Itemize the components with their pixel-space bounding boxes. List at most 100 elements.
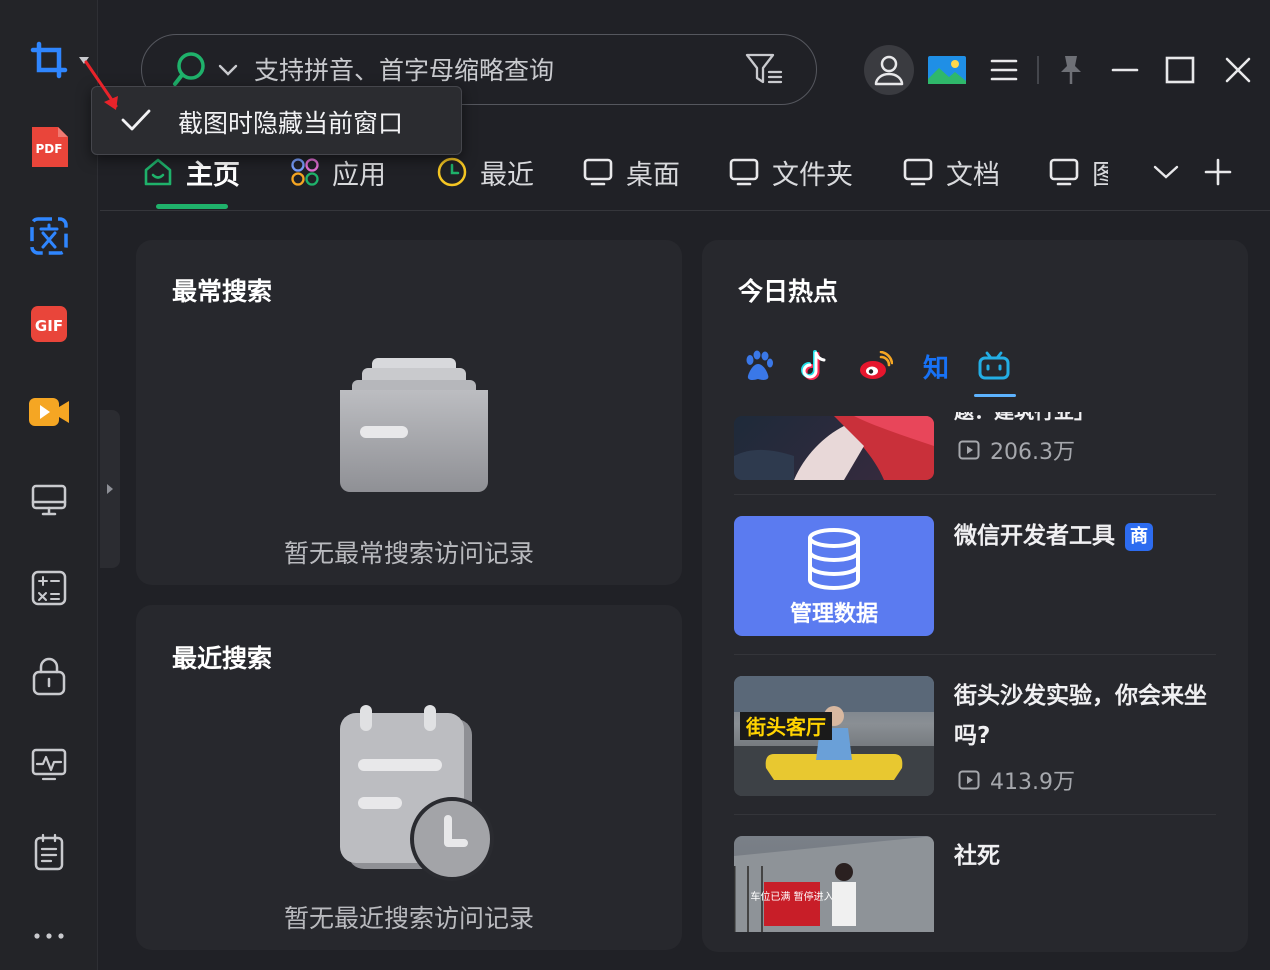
play-count-icon: [958, 770, 980, 790]
tab-label: 应用: [332, 159, 386, 191]
sidebar: PDF GIF: [0, 0, 98, 970]
hamburger-menu-icon: [990, 59, 1018, 81]
desktop-icon[interactable]: [27, 478, 71, 522]
clock-icon: [437, 157, 467, 187]
recent-search-panel: 最近搜索 暂无最近搜索访问记录: [136, 605, 682, 950]
minimize-button[interactable]: [1108, 44, 1142, 96]
main-menu-button[interactable]: [986, 44, 1022, 96]
minimize-icon: [1111, 68, 1139, 72]
tab-documents[interactable]: 文档: [902, 152, 1000, 192]
play-count-icon: [958, 440, 980, 460]
video-thumbnail: 街头客厅: [734, 676, 934, 796]
gif-icon-label: GIF: [35, 317, 63, 335]
baidu-icon[interactable]: [738, 346, 778, 386]
tab-label: 主页: [186, 159, 240, 191]
empty-calendar-icon: [340, 705, 494, 881]
tabs-overflow-button[interactable]: [1152, 152, 1180, 192]
user-icon: [874, 55, 904, 86]
pdf-icon-label: PDF: [36, 142, 63, 156]
search-icon[interactable]: [172, 50, 208, 88]
screen-record-icon[interactable]: [27, 390, 71, 434]
monitor-icon: [903, 158, 933, 186]
toolbar-divider: [1037, 56, 1039, 84]
filter-icon[interactable]: [745, 52, 783, 86]
tab-label: 最近: [480, 159, 534, 191]
tab-images[interactable]: 图: [1048, 152, 1108, 192]
wallpaper-button[interactable]: [926, 44, 968, 96]
apps-icon: [291, 158, 319, 186]
hot-title-text: 微信开发者工具: [954, 523, 1115, 549]
douyin-icon[interactable]: [796, 346, 836, 386]
hot-title: 题：建筑行业」: [954, 412, 1216, 424]
list-divider: [734, 814, 1216, 815]
search-input[interactable]: [254, 53, 724, 87]
weibo-icon[interactable]: [856, 346, 896, 386]
pin-button[interactable]: [1054, 44, 1088, 96]
tab-recent[interactable]: 最近: [436, 152, 534, 192]
chevron-down-icon[interactable]: [218, 63, 238, 77]
hot-list: 题：建筑行业」 206.3万 管理数据 微信开发者工具商 街头客厅 街头沙发实验…: [734, 412, 1216, 932]
screenshot-options-menu: 截图时隐藏当前窗口: [91, 86, 462, 155]
hot-title: 社死: [954, 843, 1000, 869]
tab-label: 图: [1092, 159, 1108, 191]
calculator-icon[interactable]: [27, 566, 71, 610]
panel-title: 今日热点: [738, 277, 839, 306]
gif-icon[interactable]: GIF: [27, 302, 71, 346]
screenshot-crop-icon[interactable]: [27, 38, 71, 82]
tabs-divider: [100, 210, 1270, 211]
notes-icon[interactable]: [27, 830, 71, 874]
tab-label: 桌面: [626, 159, 680, 191]
active-tab-indicator: [156, 204, 228, 209]
hide-window-option[interactable]: 截图时隐藏当前窗口: [178, 104, 403, 140]
database-icon: [808, 528, 860, 590]
monitor-icon: [1049, 158, 1079, 186]
more-icon[interactable]: [27, 914, 71, 958]
ad-badge: 商: [1125, 522, 1153, 551]
zhihu-icon[interactable]: 知: [916, 346, 956, 386]
video-thumbnail: 车位已满 暂停进入: [734, 836, 934, 932]
home-icon: [144, 158, 172, 186]
user-avatar-button[interactable]: [864, 45, 914, 95]
plus-icon: [1204, 158, 1232, 186]
checkmark-icon[interactable]: [120, 107, 152, 133]
empty-state-text: 暂无最常搜索访问记录: [283, 539, 534, 568]
lock-icon[interactable]: [27, 654, 71, 698]
add-tab-button[interactable]: [1204, 152, 1232, 192]
hot-tab-indicator: [974, 394, 1016, 397]
view-count: 413.9万: [958, 764, 1075, 796]
tab-home[interactable]: 主页: [142, 152, 240, 192]
hot-title: 微信开发者工具商: [954, 516, 1216, 556]
annotation-arrow-icon: [84, 60, 118, 110]
list-item[interactable]: 车位已满 暂停进入 社死: [734, 836, 1216, 932]
list-item[interactable]: 题：建筑行业」 206.3万: [734, 412, 1216, 492]
system-monitor-icon[interactable]: [27, 742, 71, 786]
close-button[interactable]: [1220, 44, 1256, 96]
pdf-icon[interactable]: PDF: [27, 125, 71, 169]
close-icon: [1225, 57, 1251, 83]
frequent-search-panel: 最常搜索 暂无最常搜索访问记录: [136, 240, 682, 585]
maximize-icon: [1165, 56, 1195, 84]
list-item[interactable]: 街头客厅 街头沙发实验，你会来坐吗? 413.9万: [734, 676, 1216, 816]
tab-desktop[interactable]: 桌面: [582, 152, 680, 192]
chevron-right-icon: [107, 484, 113, 494]
maximize-button[interactable]: [1162, 44, 1198, 96]
tab-apps[interactable]: 应用: [290, 152, 386, 192]
sidebar-collapse-handle[interactable]: [100, 410, 120, 568]
chevron-down-icon: [1153, 165, 1179, 179]
list-divider: [734, 494, 1216, 495]
pin-icon: [1061, 56, 1081, 84]
list-item[interactable]: 管理数据 微信开发者工具商: [734, 516, 1216, 656]
thumbnail-caption: 管理数据: [789, 602, 878, 627]
tab-folders[interactable]: 文件夹: [728, 152, 853, 192]
ocr-translate-icon[interactable]: [27, 214, 71, 258]
empty-drawer-icon: [340, 358, 488, 492]
hot-topics-panel: 今日热点 知 题：建筑行业」 206.3万: [702, 240, 1248, 952]
monitor-icon: [583, 158, 613, 186]
bilibili-icon[interactable]: [974, 346, 1014, 386]
empty-state-text: 暂无最近搜索访问记录: [283, 904, 534, 933]
wallpaper-image-icon: [928, 56, 966, 84]
view-count-text: 206.3万: [990, 440, 1075, 465]
app-thumbnail: 管理数据: [734, 516, 934, 636]
panel-title: 最近搜索: [172, 644, 273, 673]
video-thumbnail: [734, 416, 934, 480]
